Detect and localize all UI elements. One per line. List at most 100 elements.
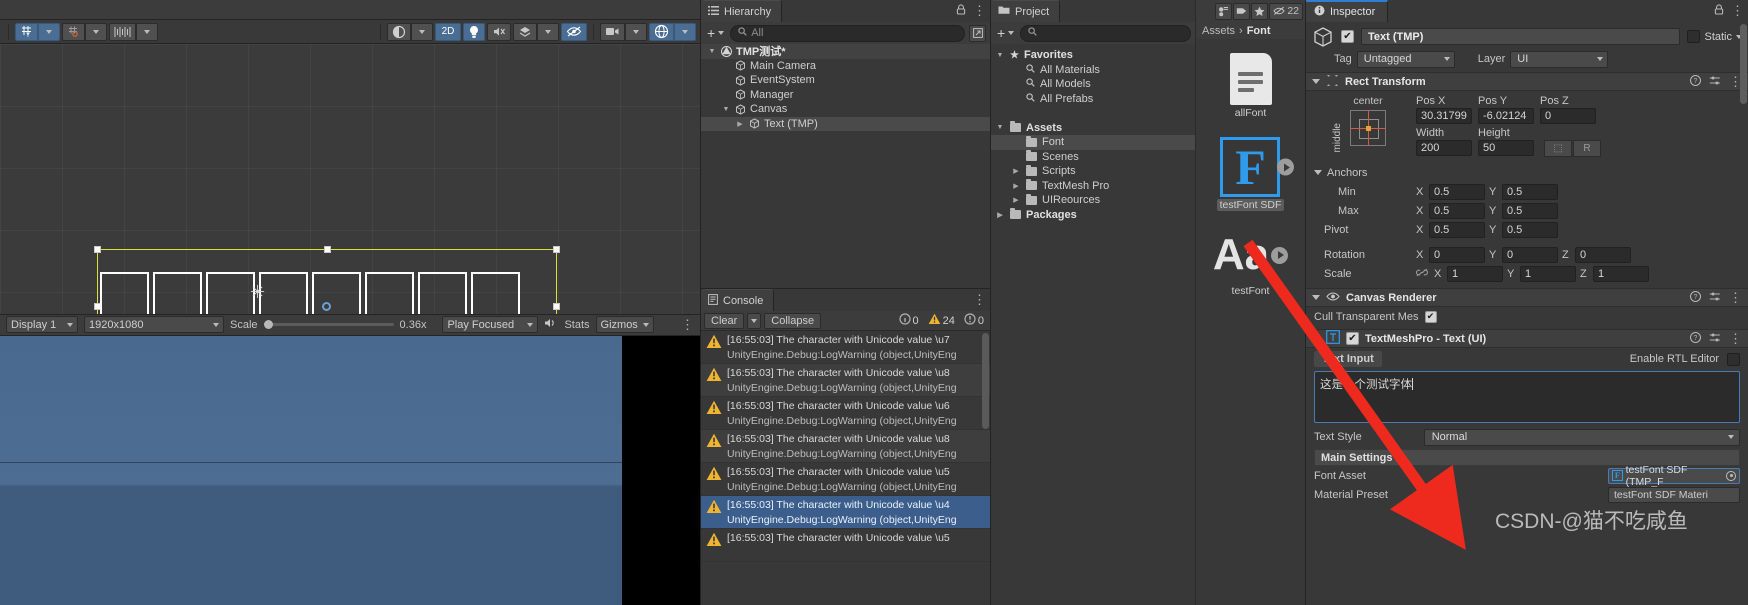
play-focused-dropdown[interactable]: Play Focused bbox=[442, 316, 539, 333]
help-icon[interactable]: ? bbox=[1689, 331, 1702, 346]
breadcrumb-root[interactable]: Assets bbox=[1202, 25, 1235, 37]
tab-inspector[interactable]: Inspector bbox=[1306, 0, 1389, 22]
static-toggle[interactable]: Static bbox=[1687, 30, 1742, 43]
expand-triangle-down-icon[interactable]: ▼ bbox=[995, 52, 1005, 59]
gizmos-dropdown-game[interactable]: Gizmos bbox=[595, 316, 654, 333]
expand-triangle-right-icon[interactable]: ▶ bbox=[1011, 167, 1021, 175]
anchor-min-x-field[interactable]: 0.5 bbox=[1429, 183, 1485, 200]
tmp-enabled-checkbox[interactable]: ✔ bbox=[1346, 332, 1359, 345]
raw-edit-button[interactable]: R bbox=[1573, 139, 1601, 157]
camera-dropdown[interactable] bbox=[625, 22, 647, 41]
cull-checkbox[interactable]: ✔ bbox=[1424, 310, 1437, 323]
shading-mode-icon[interactable] bbox=[387, 22, 411, 41]
project-tree-item[interactable]: All Models bbox=[991, 77, 1195, 92]
blueprint-mode-icon[interactable]: ⬚ bbox=[1544, 139, 1572, 157]
blueprint-raw-group[interactable]: ⬚ R bbox=[1544, 139, 1601, 157]
ruler-group[interactable] bbox=[109, 22, 158, 41]
console-log-entry[interactable]: [16:55:03] The character with Unicode va… bbox=[701, 529, 990, 562]
help-icon[interactable]: ? bbox=[1689, 290, 1702, 305]
pos-y-field[interactable]: -6.02124 bbox=[1478, 108, 1534, 124]
tag-dropdown[interactable]: Untagged bbox=[1356, 50, 1455, 68]
gameobject-name-field[interactable]: Text (TMP) bbox=[1361, 28, 1681, 45]
project-tree-item[interactable]: Scenes bbox=[991, 150, 1195, 165]
display-dropdown[interactable]: Display 1 bbox=[6, 316, 78, 333]
object-picker-icon[interactable] bbox=[1726, 470, 1737, 481]
scene-visibility-icon[interactable] bbox=[561, 22, 587, 41]
expand-triangle-right-icon[interactable]: ▶ bbox=[735, 120, 745, 128]
gizmos-group[interactable] bbox=[649, 22, 696, 41]
gizmos-dropdown[interactable] bbox=[674, 22, 696, 41]
console-log-entry[interactable]: [16:55:03] The character with Unicode va… bbox=[701, 331, 990, 364]
shading-mode-dropdown[interactable] bbox=[411, 22, 433, 41]
label-icon[interactable] bbox=[1233, 2, 1251, 20]
resize-handle-tc[interactable] bbox=[324, 246, 331, 253]
console-log-entry[interactable]: [16:55:03] The character with Unicode va… bbox=[701, 364, 990, 397]
tab-hierarchy[interactable]: Hierarchy bbox=[701, 0, 783, 22]
pivot-x-field[interactable]: 0.5 bbox=[1429, 221, 1485, 238]
warning-count[interactable]: 24 bbox=[925, 313, 958, 328]
toggle-2d-button[interactable]: 2D bbox=[435, 22, 461, 41]
pivot-y-field[interactable]: 0.5 bbox=[1502, 221, 1558, 238]
text-style-dropdown[interactable]: Normal bbox=[1423, 428, 1740, 446]
project-tree-item[interactable]: ▶ UIReources bbox=[991, 193, 1195, 208]
tab-console[interactable]: Console bbox=[701, 289, 775, 311]
pivot-handle[interactable] bbox=[322, 302, 331, 311]
link-off-icon[interactable] bbox=[1415, 268, 1429, 280]
project-tree-item[interactable]: ▶ TextMesh Pro bbox=[991, 179, 1195, 194]
kebab-menu-icon[interactable]: ⋮ bbox=[1731, 4, 1744, 17]
anchor-max-y-field[interactable]: 0.5 bbox=[1502, 202, 1558, 219]
create-asset-button[interactable]: + bbox=[995, 25, 1016, 41]
grid-snap-group[interactable]: Y bbox=[15, 22, 60, 41]
effects-group[interactable] bbox=[513, 22, 559, 41]
asset-item-testfont[interactable]: Aa testFont bbox=[1213, 233, 1289, 297]
tmp-text-area[interactable]: 这是一个测试字体 bbox=[1314, 371, 1740, 423]
stats-button[interactable]: Stats bbox=[564, 319, 589, 331]
mute-audio-icon[interactable] bbox=[544, 317, 558, 332]
pos-x-field[interactable]: 30.31799 bbox=[1416, 108, 1472, 124]
project-tree[interactable]: ▼ ★ Favorites All Materials All Models All Pr… bbox=[991, 44, 1195, 605]
visibility-badge[interactable]: 22 bbox=[1269, 2, 1303, 20]
anchors-row[interactable]: Anchors bbox=[1314, 163, 1367, 182]
lighting-icon[interactable] bbox=[463, 22, 485, 41]
expand-triangle-down-icon[interactable]: ▼ bbox=[995, 124, 1005, 131]
console-log-entry[interactable]: [16:55:03] The character with Unicode va… bbox=[701, 430, 990, 463]
rect-transform-header[interactable]: Rect Transform ? ⋮ bbox=[1306, 72, 1748, 91]
pivot-snap-dropdown[interactable] bbox=[85, 22, 107, 41]
expand-triangle-right-icon[interactable]: ▶ bbox=[1011, 182, 1021, 190]
gizmos-icon[interactable] bbox=[649, 22, 674, 41]
project-tree-item[interactable]: Font bbox=[991, 135, 1195, 150]
material-preset-field[interactable]: testFont SDF Materi bbox=[1608, 486, 1740, 503]
inspector-scrollbar[interactable] bbox=[1740, 24, 1747, 104]
asset-preview-expand-icon[interactable] bbox=[1277, 158, 1295, 176]
scale-slider[interactable] bbox=[263, 320, 394, 329]
hierarchy-item[interactable]: ▶ Text (TMP) bbox=[701, 116, 990, 131]
expand-triangle-right-icon[interactable]: ▶ bbox=[1011, 196, 1021, 204]
project-tree-item[interactable]: ▼ Assets bbox=[991, 121, 1195, 136]
favorite-star-icon[interactable] bbox=[1251, 2, 1269, 20]
rotation-z-field[interactable]: 0 bbox=[1575, 246, 1631, 263]
expand-triangle-down-icon[interactable]: ▼ bbox=[707, 48, 717, 55]
hierarchy-item[interactable]: EventSystem bbox=[701, 73, 990, 88]
kebab-menu-icon[interactable]: ⋮ bbox=[973, 4, 986, 17]
effects-icon[interactable] bbox=[513, 22, 537, 41]
preset-icon[interactable] bbox=[1709, 291, 1721, 305]
console-log-list[interactable]: [16:55:03] The character with Unicode va… bbox=[701, 331, 990, 605]
project-tree-item[interactable]: All Prefabs bbox=[991, 92, 1195, 107]
collapse-triangle-icon[interactable] bbox=[1312, 336, 1320, 341]
resize-handle-tl[interactable] bbox=[94, 246, 101, 253]
kebab-menu-icon[interactable]: ⋮ bbox=[681, 318, 694, 331]
rotation-x-field[interactable]: 0 bbox=[1429, 246, 1485, 263]
preset-icon[interactable] bbox=[1709, 75, 1721, 89]
resize-handle-mr[interactable] bbox=[553, 303, 560, 310]
project-tree-item[interactable]: ▶ Packages bbox=[991, 208, 1195, 223]
tmp-component-header[interactable]: ✔ TextMeshPro - Text (UI) ? ⋮ bbox=[1306, 329, 1748, 348]
grid-snap-dropdown[interactable] bbox=[38, 22, 60, 41]
asset-item-testfont-sdf[interactable]: F testFont SDF bbox=[1216, 137, 1295, 211]
resize-handle-tr[interactable] bbox=[553, 246, 560, 253]
rtl-editor-checkbox[interactable] bbox=[1727, 352, 1740, 366]
effects-dropdown[interactable] bbox=[537, 22, 559, 41]
log-count[interactable]: 0 bbox=[896, 313, 922, 328]
expand-triangle-right-icon[interactable]: ▶ bbox=[995, 211, 1005, 219]
pivot-snap-group[interactable] bbox=[62, 22, 107, 41]
asset-item-allfont[interactable]: allFont bbox=[1229, 53, 1272, 119]
